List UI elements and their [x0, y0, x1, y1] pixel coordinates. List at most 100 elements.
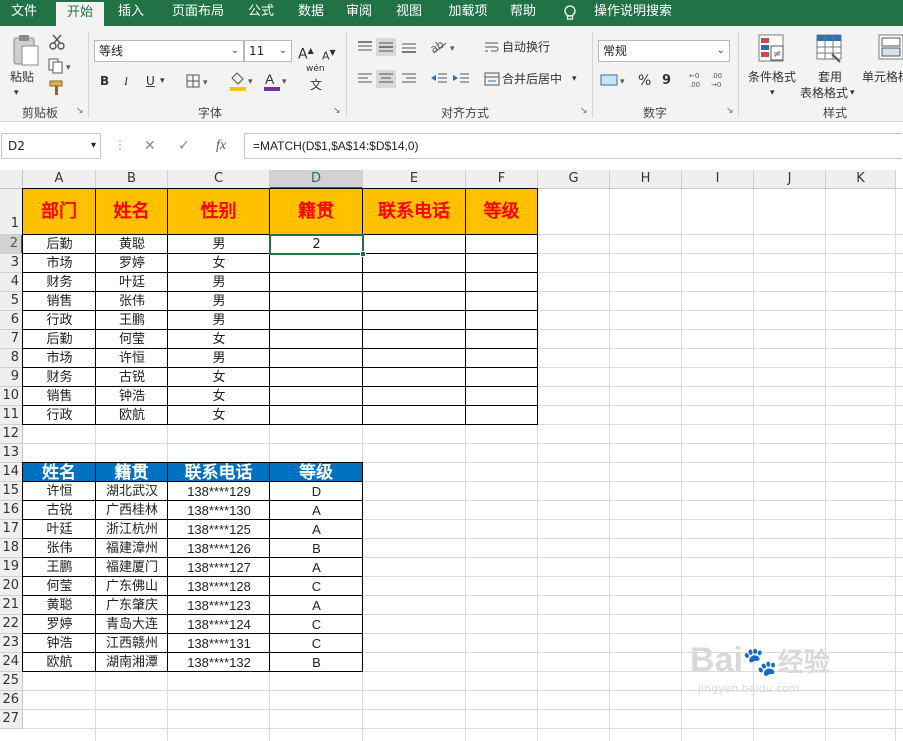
table2-cell[interactable]: 138****124 [168, 615, 270, 634]
table1-cell[interactable]: 男 [168, 292, 270, 311]
decrease-indent-icon[interactable] [430, 72, 448, 86]
table2-cell[interactable]: C [270, 577, 363, 596]
table1-cell[interactable]: 男 [168, 273, 270, 292]
table2-cell[interactable]: 湖北武汉 [96, 482, 168, 501]
row-header-22[interactable]: 22 [0, 615, 23, 634]
row-header-14[interactable]: 14 [0, 463, 23, 482]
table1-cell[interactable]: 许恒 [96, 349, 168, 368]
column-header-c[interactable]: C [168, 170, 270, 189]
comma-button[interactable]: 9 [662, 70, 671, 92]
cell-styles-button[interactable]: 单元格样 [862, 66, 903, 88]
table1-cell[interactable]: 欧航 [96, 406, 168, 425]
table2-cell[interactable]: 138****128 [168, 577, 270, 596]
table2-cell[interactable]: 138****123 [168, 596, 270, 615]
font-size-combo[interactable]: 11 ⌄ [244, 40, 292, 62]
table1-cell[interactable]: 张伟 [96, 292, 168, 311]
grow-font-button[interactable]: A▲ [298, 40, 314, 66]
row-header-19[interactable]: 19 [0, 558, 23, 577]
table2-cell[interactable]: 广东佛山 [96, 577, 168, 596]
row-header-9[interactable]: 9 [0, 368, 23, 387]
table1-cell[interactable]: 女 [168, 330, 270, 349]
row-header-23[interactable]: 23 [0, 634, 23, 653]
tab-file[interactable]: 文件 [0, 0, 48, 26]
table1-cell[interactable] [270, 330, 363, 349]
accounting-format-icon[interactable]: ▾ [600, 72, 630, 88]
table2-cell[interactable]: 张伟 [23, 539, 96, 558]
cancel-icon[interactable]: ✕ [144, 138, 156, 154]
copy-icon[interactable]: ▾ [48, 58, 74, 74]
row-header-13[interactable]: 13 [0, 444, 23, 463]
insert-function-icon[interactable]: fx [216, 138, 226, 154]
column-header-b[interactable]: B [96, 170, 168, 189]
table2-cell[interactable]: 江西赣州 [96, 634, 168, 653]
table1-cell[interactable] [270, 406, 363, 425]
align-middle-icon[interactable] [376, 38, 396, 56]
table1-cell[interactable] [466, 349, 538, 368]
table2-cell[interactable]: 黄聪 [23, 596, 96, 615]
align-center-icon[interactable] [376, 70, 396, 88]
table1-cell[interactable] [466, 406, 538, 425]
table2-cell[interactable]: 欧航 [23, 653, 96, 672]
table1-cell[interactable]: 财务 [23, 368, 96, 387]
format-as-table-button[interactable]: 表格格式 [800, 82, 848, 104]
tab-formulas[interactable]: 公式 [238, 0, 284, 26]
column-header-a[interactable]: A [23, 170, 96, 189]
row-header-4[interactable]: 4 [0, 273, 23, 292]
font-launcher-icon[interactable]: ↘ [333, 106, 341, 116]
table2-cell[interactable]: 138****132 [168, 653, 270, 672]
table1-cell[interactable] [270, 273, 363, 292]
table2-cell[interactable]: 青岛大连 [96, 615, 168, 634]
wrap-text-button[interactable]: 自动换行 [502, 36, 550, 58]
table1-cell[interactable]: 市场 [23, 254, 96, 273]
table1-cell[interactable]: 黄聪 [96, 235, 168, 254]
alignment-launcher-icon[interactable]: ↘ [580, 106, 588, 116]
tab-help[interactable]: 帮助 [500, 0, 546, 26]
table1-cell[interactable] [466, 254, 538, 273]
table2-cell[interactable]: 138****125 [168, 520, 270, 539]
tab-data[interactable]: 数据 [288, 0, 334, 26]
row-header-27[interactable]: 27 [0, 710, 23, 729]
table1-cell[interactable] [466, 273, 538, 292]
table2-cell[interactable]: B [270, 539, 363, 558]
tab-review[interactable]: 审阅 [336, 0, 382, 26]
cell-styles-icon[interactable] [878, 34, 903, 64]
table1-cell[interactable] [466, 387, 538, 406]
fill-color-icon[interactable]: ▾ [228, 70, 258, 92]
row-header-17[interactable]: 17 [0, 520, 23, 539]
table1-cell[interactable]: 古锐 [96, 368, 168, 387]
table1-cell[interactable]: 男 [168, 349, 270, 368]
table2-cell[interactable]: 广东肇庆 [96, 596, 168, 615]
table1-cell[interactable] [363, 330, 466, 349]
table1-cell[interactable] [363, 311, 466, 330]
align-right-icon[interactable] [400, 72, 418, 86]
align-left-icon[interactable] [356, 72, 374, 86]
paste-dropdown-icon[interactable]: ▾ [14, 82, 19, 104]
table2-cell[interactable]: 何莹 [23, 577, 96, 596]
table1-cell[interactable]: 男 [168, 235, 270, 254]
number-format-combo[interactable]: 常规 ⌄ [598, 40, 730, 62]
table-dropdown-icon[interactable]: ▾ [850, 82, 855, 104]
format-as-table-icon[interactable] [816, 34, 844, 64]
row-header-26[interactable]: 26 [0, 691, 23, 710]
row-header-20[interactable]: 20 [0, 577, 23, 596]
enter-icon[interactable]: ✓ [178, 138, 190, 154]
table2-cell[interactable]: 浙江杭州 [96, 520, 168, 539]
table1-cell[interactable]: 女 [168, 406, 270, 425]
select-all-corner[interactable] [0, 170, 23, 189]
table1-cell[interactable] [270, 292, 363, 311]
row-header-5[interactable]: 5 [0, 292, 23, 311]
borders-icon[interactable]: ▾ [186, 74, 212, 88]
phonetic-guide-button[interactable]: 文 [310, 74, 322, 96]
column-header-e[interactable]: E [363, 170, 466, 189]
merge-center-button[interactable]: 合并后居中 [502, 68, 562, 90]
fill-handle[interactable] [360, 251, 366, 257]
table1-cell[interactable]: 王鹏 [96, 311, 168, 330]
row-header-3[interactable]: 3 [0, 254, 23, 273]
table1-cell[interactable] [466, 235, 538, 254]
table2-cell[interactable]: A [270, 558, 363, 577]
table2-cell[interactable]: B [270, 653, 363, 672]
row-header-25[interactable]: 25 [0, 672, 23, 691]
format-painter-icon[interactable] [48, 80, 66, 96]
table2-cell[interactable]: 钟浩 [23, 634, 96, 653]
row-header-24[interactable]: 24 [0, 653, 23, 672]
